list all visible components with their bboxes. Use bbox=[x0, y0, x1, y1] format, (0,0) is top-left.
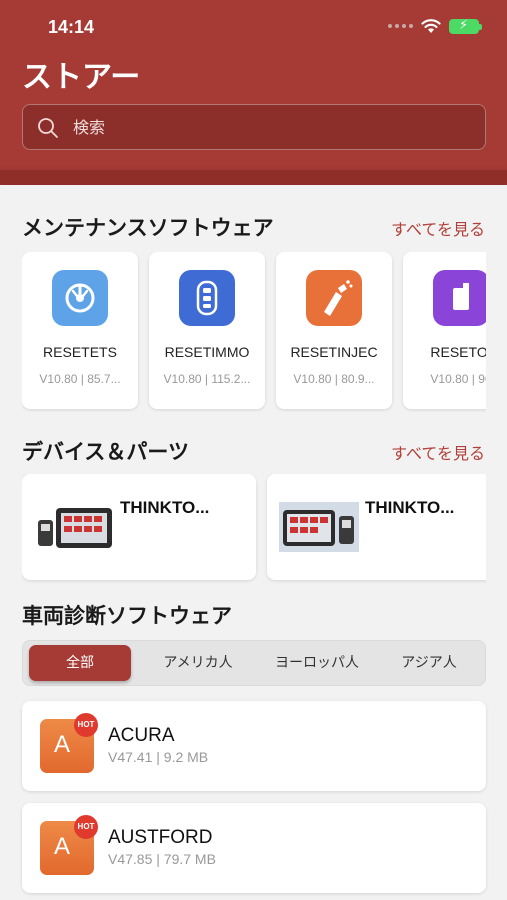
search-icon bbox=[38, 118, 58, 138]
software-card-resetinjec[interactable]: RESETINJEC V10.80 | 80.9... bbox=[276, 252, 392, 409]
maintenance-carousel[interactable]: RESETETS V10.80 | 85.7... RESETIMMO V10.… bbox=[22, 252, 486, 412]
tablet-device-image bbox=[279, 502, 359, 552]
app-icon: A HOT bbox=[40, 815, 98, 875]
search-input[interactable] bbox=[73, 105, 473, 149]
search-bar[interactable] bbox=[22, 104, 486, 150]
device-name: THINKTO... bbox=[365, 498, 455, 517]
list-item-acura[interactable]: A HOT ACURA V47.41 | 9.2 MB bbox=[22, 701, 486, 791]
software-version: V10.80 | 85.7... bbox=[39, 372, 121, 386]
device-card[interactable]: THINKTO... bbox=[22, 474, 256, 580]
car-key-icon bbox=[179, 270, 235, 326]
list-item-austford[interactable]: A HOT AUSTFORD V47.85 | 79.7 MB bbox=[22, 803, 486, 893]
software-version: V10.80 | 96 bbox=[430, 372, 486, 386]
software-version: V10.80 | 115.2... bbox=[163, 372, 251, 386]
tab-american[interactable]: アメリカ人 bbox=[143, 641, 253, 685]
device-name: THINKTO... bbox=[120, 498, 210, 517]
see-all-maintenance-link[interactable]: すべてを見る bbox=[391, 216, 485, 240]
software-version: V47.41 | 9.2 MB bbox=[108, 749, 209, 765]
software-name: ACURA bbox=[108, 725, 175, 746]
page-title: ストアー bbox=[22, 60, 141, 95]
section-title-diagnostics: 車両診断ソフトウェア bbox=[22, 604, 232, 628]
battery-icon: ⚡ bbox=[449, 18, 482, 34]
hot-badge: HOT bbox=[74, 815, 98, 839]
oil-icon bbox=[433, 270, 486, 326]
injector-icon bbox=[306, 270, 362, 326]
software-card-resetoil[interactable]: RESETOI V10.80 | 96 bbox=[403, 252, 486, 409]
device-card[interactable]: THINKTO... bbox=[267, 474, 486, 580]
software-version: V10.80 | 80.9... bbox=[293, 372, 375, 386]
tablet-device-image bbox=[38, 508, 112, 548]
steering-icon bbox=[52, 270, 108, 326]
status-icons: ⚡ bbox=[388, 18, 482, 34]
devices-carousel[interactable]: THINKTO... THINKTO... bbox=[22, 474, 486, 584]
section-title-devices: デバイス＆パーツ bbox=[22, 440, 189, 464]
hot-badge: HOT bbox=[74, 713, 98, 737]
software-name: RESETOI bbox=[430, 344, 486, 360]
software-version: V47.85 | 79.7 MB bbox=[108, 851, 216, 867]
software-card-resetimmo[interactable]: RESETIMMO V10.80 | 115.2... bbox=[149, 252, 265, 409]
software-name: AUSTFORD bbox=[108, 827, 213, 848]
tab-all[interactable]: 全部 bbox=[29, 645, 131, 681]
software-name: RESETETS bbox=[43, 344, 117, 360]
tab-european[interactable]: ヨーロッパ人 bbox=[257, 641, 377, 685]
wifi-icon bbox=[421, 19, 441, 33]
status-time: 14:14 bbox=[48, 17, 95, 37]
region-filter-tabs: 全部 アメリカ人 ヨーロッパ人 アジア人 bbox=[22, 640, 486, 686]
section-title-maintenance: メンテナンスソフトウェア bbox=[22, 216, 274, 240]
store-header: 14:14 ⚡ ストアー bbox=[0, 0, 507, 185]
app-icon: A HOT bbox=[40, 713, 98, 773]
software-card-resetets[interactable]: RESETETS V10.80 | 85.7... bbox=[22, 252, 138, 409]
header-bottom-edge bbox=[0, 170, 507, 185]
software-name: RESETINJEC bbox=[290, 344, 378, 360]
signal-icon bbox=[388, 24, 413, 28]
software-name: RESETIMMO bbox=[164, 344, 250, 360]
see-all-devices-link[interactable]: すべてを見る bbox=[391, 440, 485, 464]
tab-asian[interactable]: アジア人 bbox=[377, 641, 481, 685]
